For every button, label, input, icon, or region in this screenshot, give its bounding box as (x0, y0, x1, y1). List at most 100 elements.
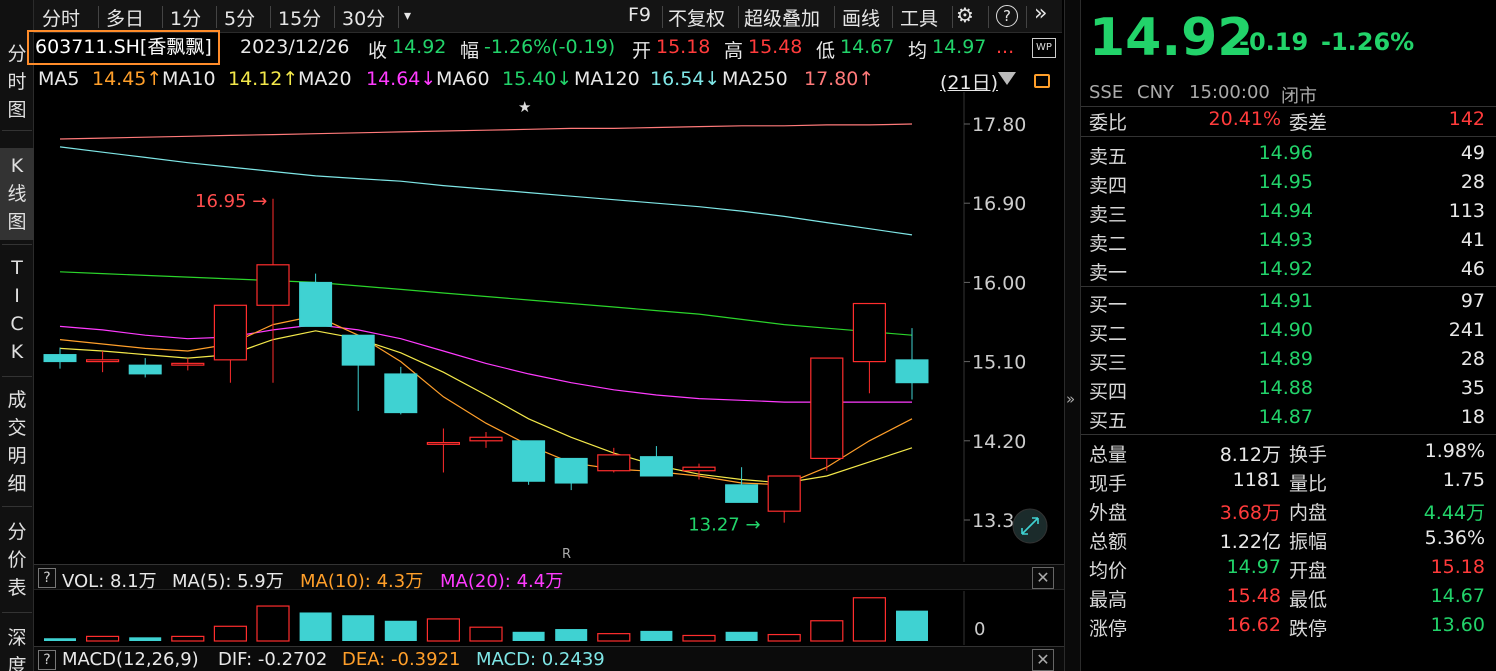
stat-label: 跌停 (1289, 618, 1328, 640)
tools-button[interactable]: 工具 (900, 4, 938, 31)
wp-icon[interactable]: WP (1032, 38, 1056, 58)
period-multiday-button[interactable]: 多日 (106, 4, 144, 31)
candle[interactable] (810, 357, 844, 471)
candle-body (426, 441, 460, 445)
ask-level-volume: 46 (1460, 258, 1485, 280)
bid-level-price[interactable]: 14.89 (1231, 348, 1313, 370)
period-30min-button[interactable]: 30分 (342, 4, 385, 31)
candle[interactable] (171, 358, 205, 371)
super-overlay-button[interactable]: 超级叠加 (744, 4, 820, 31)
vol-ma10: MA(10): 4.3万 (300, 571, 424, 592)
bid-level-price[interactable]: 14.91 (1231, 290, 1313, 312)
volume-chart[interactable]: 0 (34, 591, 1064, 645)
candle[interactable] (554, 457, 588, 491)
period-5min-button[interactable]: 5分 (224, 4, 255, 31)
ma20-label: MA20 (298, 68, 352, 90)
kline-chart[interactable]: 17.8016.9016.0015.1014.2013.3016.95 →13.… (34, 92, 1064, 562)
tab-kline[interactable]: K 线 图 (0, 148, 34, 240)
ma20-value: 14.64↓ (366, 68, 437, 90)
close-icon[interactable]: ✕ (1032, 649, 1054, 671)
candle[interactable] (469, 432, 503, 448)
ask-level-label: 卖五 (1089, 146, 1128, 168)
tab-trade-detail[interactable]: 成 交 明 细 (0, 386, 34, 498)
ma10-line (59, 330, 913, 484)
help-icon[interactable]: ? (996, 5, 1018, 27)
panel-collapse-strip[interactable]: » (1064, 0, 1080, 671)
candle[interactable] (341, 334, 375, 411)
tab-divider (2, 376, 32, 377)
volume-bar (810, 620, 844, 642)
bid-level-label: 买五 (1089, 410, 1128, 432)
candle[interactable] (426, 428, 460, 473)
stock-code-box[interactable]: 603711.SH[香飘飘] (27, 30, 220, 65)
candle[interactable] (384, 366, 418, 415)
period-selector[interactable]: (21日) (940, 68, 998, 95)
candle[interactable] (512, 440, 546, 485)
info-ellipsis[interactable]: ... (996, 36, 1014, 58)
candle[interactable] (852, 302, 887, 394)
price-change: -0.19 (1239, 28, 1309, 56)
stat-label: 总量 (1089, 444, 1128, 466)
period-dropdown-icon[interactable]: ▾ (404, 8, 411, 24)
lock-icon[interactable] (1034, 74, 1050, 88)
ma120-line (59, 146, 913, 236)
volume-bar (426, 618, 460, 642)
volume-bar (682, 634, 716, 642)
ask-level-price[interactable]: 14.94 (1231, 200, 1313, 222)
candle[interactable] (725, 467, 759, 503)
tab-price-table[interactable]: 分 价 表 (0, 518, 34, 602)
tab-divider (2, 612, 32, 613)
period-1min-button[interactable]: 1分 (170, 4, 201, 31)
bid-level-price[interactable]: 14.88 (1231, 377, 1313, 399)
volume-bar (129, 637, 162, 641)
candle[interactable] (895, 328, 929, 400)
candle[interactable] (639, 446, 673, 477)
draw-line-button[interactable]: 画线 (842, 4, 880, 31)
candle-body (213, 304, 247, 361)
more-icon[interactable]: » (1034, 1, 1047, 26)
bid-level-price[interactable]: 14.87 (1231, 406, 1313, 428)
ma250-line (59, 123, 913, 140)
candle[interactable] (597, 447, 631, 473)
candle-body (810, 357, 844, 459)
volume-bar (469, 626, 503, 642)
bid-level-label: 买三 (1089, 352, 1128, 374)
tab-tick[interactable]: T I C K (0, 254, 34, 366)
zoom-icon[interactable] (1012, 508, 1048, 544)
ask-level-label: 卖四 (1089, 175, 1128, 197)
volume-bar (896, 610, 928, 641)
f9-button[interactable]: F9 (628, 4, 651, 26)
volume-bar (725, 631, 758, 641)
volume-bar (555, 629, 588, 641)
period-15min-button[interactable]: 15分 (278, 4, 321, 31)
low-label: 低 (816, 40, 836, 62)
expand-icon[interactable]: » (1066, 390, 1075, 408)
ask-level-price[interactable]: 14.92 (1231, 258, 1313, 280)
ask-level-volume: 41 (1460, 229, 1485, 251)
stat-label: 开盘 (1289, 560, 1328, 582)
period-dropdown-icon[interactable] (998, 72, 1016, 85)
gear-icon[interactable]: ⚙ (956, 3, 974, 27)
candle[interactable] (85, 351, 120, 373)
bid-level-price[interactable]: 14.90 (1231, 319, 1313, 341)
candle-body (469, 436, 503, 442)
close-icon[interactable]: ✕ (1032, 567, 1054, 589)
bid-level-volume: 35 (1460, 377, 1485, 399)
candle[interactable] (767, 475, 801, 523)
tab-depth[interactable]: 深 度 (0, 624, 34, 671)
divider (1081, 286, 1496, 287)
help-icon[interactable]: ? (38, 568, 56, 588)
ask-level-volume: 28 (1460, 171, 1485, 193)
candle[interactable] (256, 198, 290, 383)
no-adjust-button[interactable]: 不复权 (668, 4, 725, 31)
quote-time: 15:00:00 (1189, 82, 1270, 103)
help-icon[interactable]: ? (38, 650, 56, 670)
candle[interactable] (43, 347, 77, 369)
period-intraday-button[interactable]: 分时 (42, 4, 80, 31)
candle[interactable] (128, 358, 162, 378)
candle[interactable] (213, 304, 247, 383)
ask-level-price[interactable]: 14.96 (1231, 142, 1313, 164)
ask-level-price[interactable]: 14.95 (1231, 171, 1313, 193)
ask-level-price[interactable]: 14.93 (1231, 229, 1313, 251)
volume-bar (767, 633, 801, 642)
